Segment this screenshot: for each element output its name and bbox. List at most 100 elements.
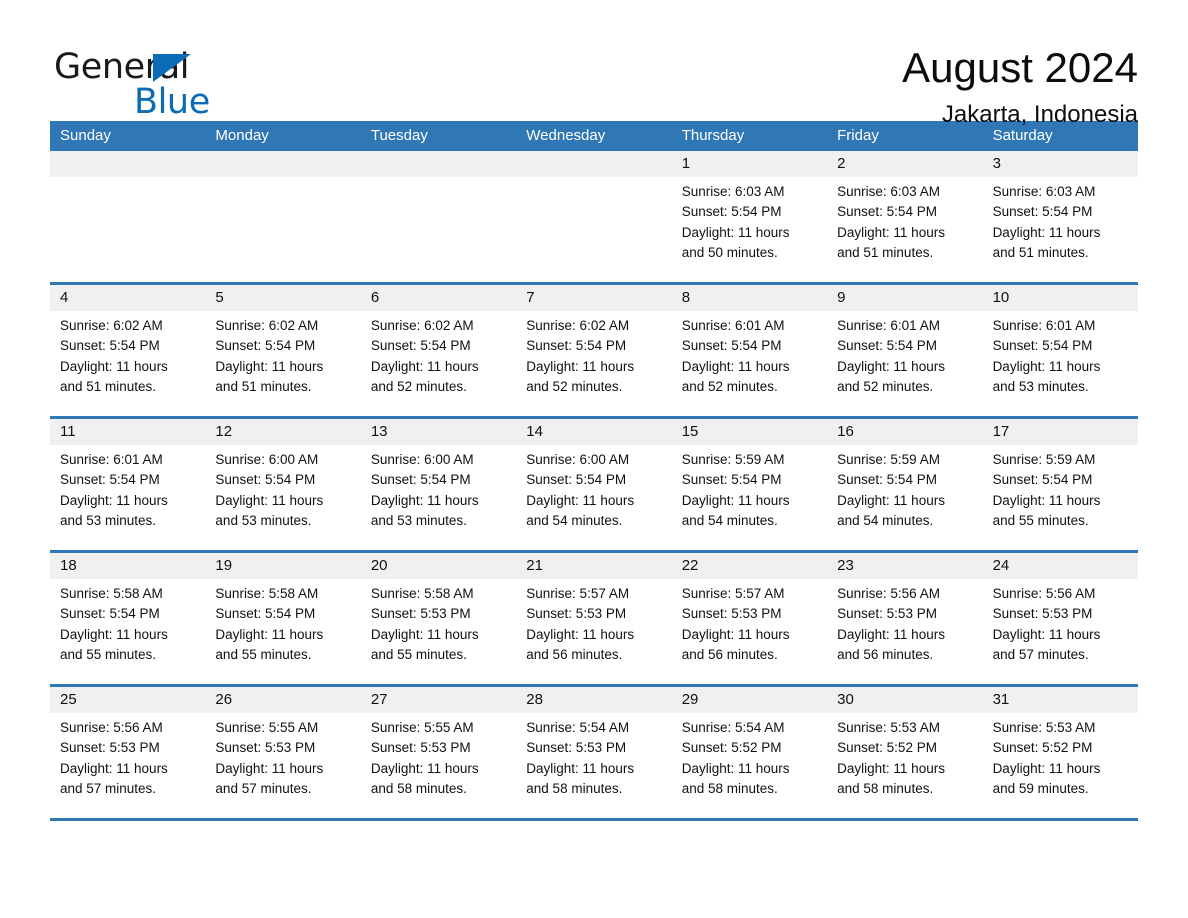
day-info: Sunrise: 6:03 AM Sunset: 5:54 PM Daylight:…	[672, 177, 827, 263]
day-cell[interactable]: 1 Sunrise: 6:03 AM Sunset: 5:54 PM Daylight…	[671, 151, 828, 282]
day-info: Sunrise: 6:02 AM Sunset: 5:54 PM Daylight:…	[516, 311, 671, 397]
day-cell[interactable]: 18 Sunrise: 5:58 AM Sunset: 5:54 PM Dayligh…	[50, 553, 206, 684]
daylight-text-line2: and 58 minutes.	[370, 780, 467, 796]
sunrise-text: Sunrise: 5:54 AM	[526, 720, 630, 735]
day-cell[interactable]: 31 Sunrise: 5:53 AM Sunset: 5:52 PM Dayligh…	[982, 687, 1138, 818]
day-number: 22	[671, 553, 828, 579]
day-number: 15	[671, 419, 828, 445]
day-info: Sunrise: 5:53 AM Sunset: 5:52 PM Daylight:…	[827, 713, 982, 799]
daylight-text-line2: and 52 minutes.	[526, 378, 623, 394]
title-block: August 2024 Jakarta, Indonesia	[902, 44, 1138, 128]
week-row: 1 Sunrise: 6:03 AM Sunset: 5:54 PM Daylight…	[50, 151, 1138, 285]
day-cell[interactable]: 12 Sunrise: 6:00 AM Sunset: 5:54 PM Dayligh…	[205, 419, 361, 550]
daylight-text-line2: and 51 minutes.	[215, 378, 312, 394]
day-cell[interactable]: 6 Sunrise: 6:02 AM Sunset: 5:54 PM Daylight…	[360, 285, 517, 416]
weekday-header-saturday: Saturday	[992, 127, 1053, 144]
daylight-text-line1: Daylight: 11 hours	[215, 626, 324, 642]
daylight-text-line2: and 54 minutes.	[526, 512, 623, 528]
day-cell[interactable]: 14 Sunrise: 6:00 AM Sunset: 5:54 PM Dayligh…	[516, 419, 672, 550]
daylight-text-line1: Daylight: 11 hours	[526, 760, 635, 776]
day-number: 20	[360, 553, 517, 579]
daylight-text-line1: Daylight: 11 hours	[681, 626, 790, 642]
week-row: 4 Sunrise: 6:02 AM Sunset: 5:54 PM Daylight…	[50, 285, 1138, 419]
day-number: 7	[516, 285, 672, 311]
day-info: Sunrise: 5:56 AM Sunset: 5:53 PM Daylight:…	[50, 713, 205, 799]
day-cell[interactable]: 22 Sunrise: 5:57 AM Sunset: 5:53 PM Dayligh…	[671, 553, 828, 684]
sunrise-text: Sunrise: 6:01 AM	[992, 318, 1096, 333]
day-cell[interactable]: 8 Sunrise: 6:01 AM Sunset: 5:54 PM Daylight…	[671, 285, 828, 416]
day-number: 2	[827, 151, 983, 177]
daylight-text-line2: and 52 minutes.	[370, 378, 467, 394]
sunset-text: Sunset: 5:54 PM	[992, 338, 1093, 354]
day-cell[interactable]: 13 Sunrise: 6:00 AM Sunset: 5:54 PM Dayligh…	[360, 419, 517, 550]
sunset-text: Sunset: 5:54 PM	[681, 338, 782, 354]
sunset-text: Sunset: 5:53 PM	[681, 606, 782, 622]
generalblue-logo[interactable]: General Blue	[50, 44, 210, 122]
day-number: 6	[360, 285, 517, 311]
logo-triangle-icon	[153, 54, 191, 82]
day-number: 25	[50, 687, 206, 713]
daylight-text-line2: and 58 minutes.	[837, 780, 934, 796]
daylight-text-line2: and 50 minutes.	[681, 244, 778, 260]
sunrise-text: Sunrise: 6:00 AM	[526, 452, 630, 467]
day-number: 1	[671, 151, 828, 177]
day-info: Sunrise: 6:01 AM Sunset: 5:54 PM Daylight:…	[983, 311, 1138, 397]
day-cell[interactable]: 16 Sunrise: 5:59 AM Sunset: 5:54 PM Dayligh…	[827, 419, 983, 550]
daylight-text-line1: Daylight: 11 hours	[681, 358, 790, 374]
daylight-text-line1: Daylight: 11 hours	[992, 358, 1101, 374]
sunrise-text: Sunrise: 5:55 AM	[215, 720, 319, 735]
day-number: 9	[827, 285, 983, 311]
day-cell[interactable]: 30 Sunrise: 5:53 AM Sunset: 5:52 PM Dayligh…	[827, 687, 983, 818]
day-cell[interactable]: 7 Sunrise: 6:02 AM Sunset: 5:54 PM Daylight…	[516, 285, 672, 416]
day-number: 11	[50, 419, 206, 445]
day-cell[interactable]: 17 Sunrise: 5:59 AM Sunset: 5:54 PM Dayligh…	[982, 419, 1138, 550]
day-number: 13	[360, 419, 517, 445]
day-info: Sunrise: 5:58 AM Sunset: 5:53 PM Daylight:…	[361, 579, 516, 665]
day-cell[interactable]: 29 Sunrise: 5:54 AM Sunset: 5:52 PM Dayligh…	[671, 687, 828, 818]
day-number: 16	[827, 419, 983, 445]
day-number: 8	[671, 285, 828, 311]
sunset-text: Sunset: 5:54 PM	[837, 338, 937, 354]
daylight-text-line2: and 54 minutes.	[837, 512, 934, 528]
sunrise-text: Sunrise: 5:58 AM	[370, 586, 474, 601]
daylight-text-line1: Daylight: 11 hours	[215, 492, 324, 508]
day-info: Sunrise: 5:54 AM Sunset: 5:53 PM Daylight:…	[516, 713, 671, 799]
sunset-text: Sunset: 5:52 PM	[681, 740, 782, 756]
day-cell[interactable]: 27 Sunrise: 5:55 AM Sunset: 5:53 PM Dayligh…	[360, 687, 517, 818]
daylight-text-line1: Daylight: 11 hours	[60, 492, 168, 508]
day-cell[interactable]: 28 Sunrise: 5:54 AM Sunset: 5:53 PM Dayligh…	[516, 687, 672, 818]
daylight-text-line1: Daylight: 11 hours	[837, 224, 945, 240]
sunrise-text: Sunrise: 6:02 AM	[370, 318, 474, 333]
day-cell[interactable]: 2 Sunrise: 6:03 AM Sunset: 5:54 PM Daylight…	[827, 151, 983, 282]
day-info: Sunrise: 5:59 AM Sunset: 5:54 PM Daylight:…	[672, 445, 827, 531]
day-cell[interactable]: 5 Sunrise: 6:02 AM Sunset: 5:54 PM Daylight…	[205, 285, 361, 416]
day-number: 3	[982, 151, 1138, 177]
day-cell[interactable]: 26 Sunrise: 5:55 AM Sunset: 5:53 PM Dayligh…	[205, 687, 361, 818]
day-info: Sunrise: 6:00 AM Sunset: 5:54 PM Daylight:…	[205, 445, 360, 531]
sunset-text: Sunset: 5:54 PM	[60, 472, 160, 488]
daylight-text-line1: Daylight: 11 hours	[681, 224, 790, 240]
daylight-text-line2: and 51 minutes.	[60, 378, 157, 394]
daylight-text-line1: Daylight: 11 hours	[60, 626, 168, 642]
daylight-text-line1: Daylight: 11 hours	[992, 760, 1101, 776]
day-cell[interactable]: 19 Sunrise: 5:58 AM Sunset: 5:54 PM Dayligh…	[205, 553, 361, 684]
day-cell[interactable]: 9 Sunrise: 6:01 AM Sunset: 5:54 PM Daylight…	[827, 285, 983, 416]
sunrise-text: Sunrise: 5:58 AM	[215, 586, 319, 601]
day-cell[interactable]: 24 Sunrise: 5:56 AM Sunset: 5:53 PM Dayligh…	[982, 553, 1138, 684]
day-cell[interactable]: 25 Sunrise: 5:56 AM Sunset: 5:53 PM Dayligh…	[50, 687, 206, 818]
day-cell[interactable]: 10 Sunrise: 6:01 AM Sunset: 5:54 PM Dayligh…	[982, 285, 1138, 416]
daylight-text-line1: Daylight: 11 hours	[215, 358, 324, 374]
day-cell[interactable]: 15 Sunrise: 5:59 AM Sunset: 5:54 PM Dayligh…	[671, 419, 828, 550]
daylight-text-line2: and 51 minutes.	[837, 244, 934, 260]
sunrise-text: Sunrise: 6:01 AM	[681, 318, 785, 333]
day-cell[interactable]: 3 Sunrise: 6:03 AM Sunset: 5:54 PM Daylight…	[982, 151, 1138, 282]
day-cell[interactable]: 11 Sunrise: 6:01 AM Sunset: 5:54 PM Dayligh…	[50, 419, 206, 550]
day-cell[interactable]: 23 Sunrise: 5:56 AM Sunset: 5:53 PM Dayligh…	[827, 553, 983, 684]
day-cell[interactable]: 21 Sunrise: 5:57 AM Sunset: 5:53 PM Dayligh…	[516, 553, 672, 684]
day-cell[interactable]: 20 Sunrise: 5:58 AM Sunset: 5:53 PM Dayligh…	[360, 553, 517, 684]
daylight-text-line1: Daylight: 11 hours	[992, 492, 1101, 508]
sunset-text: Sunset: 5:53 PM	[526, 740, 627, 756]
day-number: 14	[516, 419, 672, 445]
daylight-text-line2: and 57 minutes.	[992, 646, 1089, 662]
day-cell[interactable]: 4 Sunrise: 6:02 AM Sunset: 5:54 PM Daylight…	[50, 285, 206, 416]
